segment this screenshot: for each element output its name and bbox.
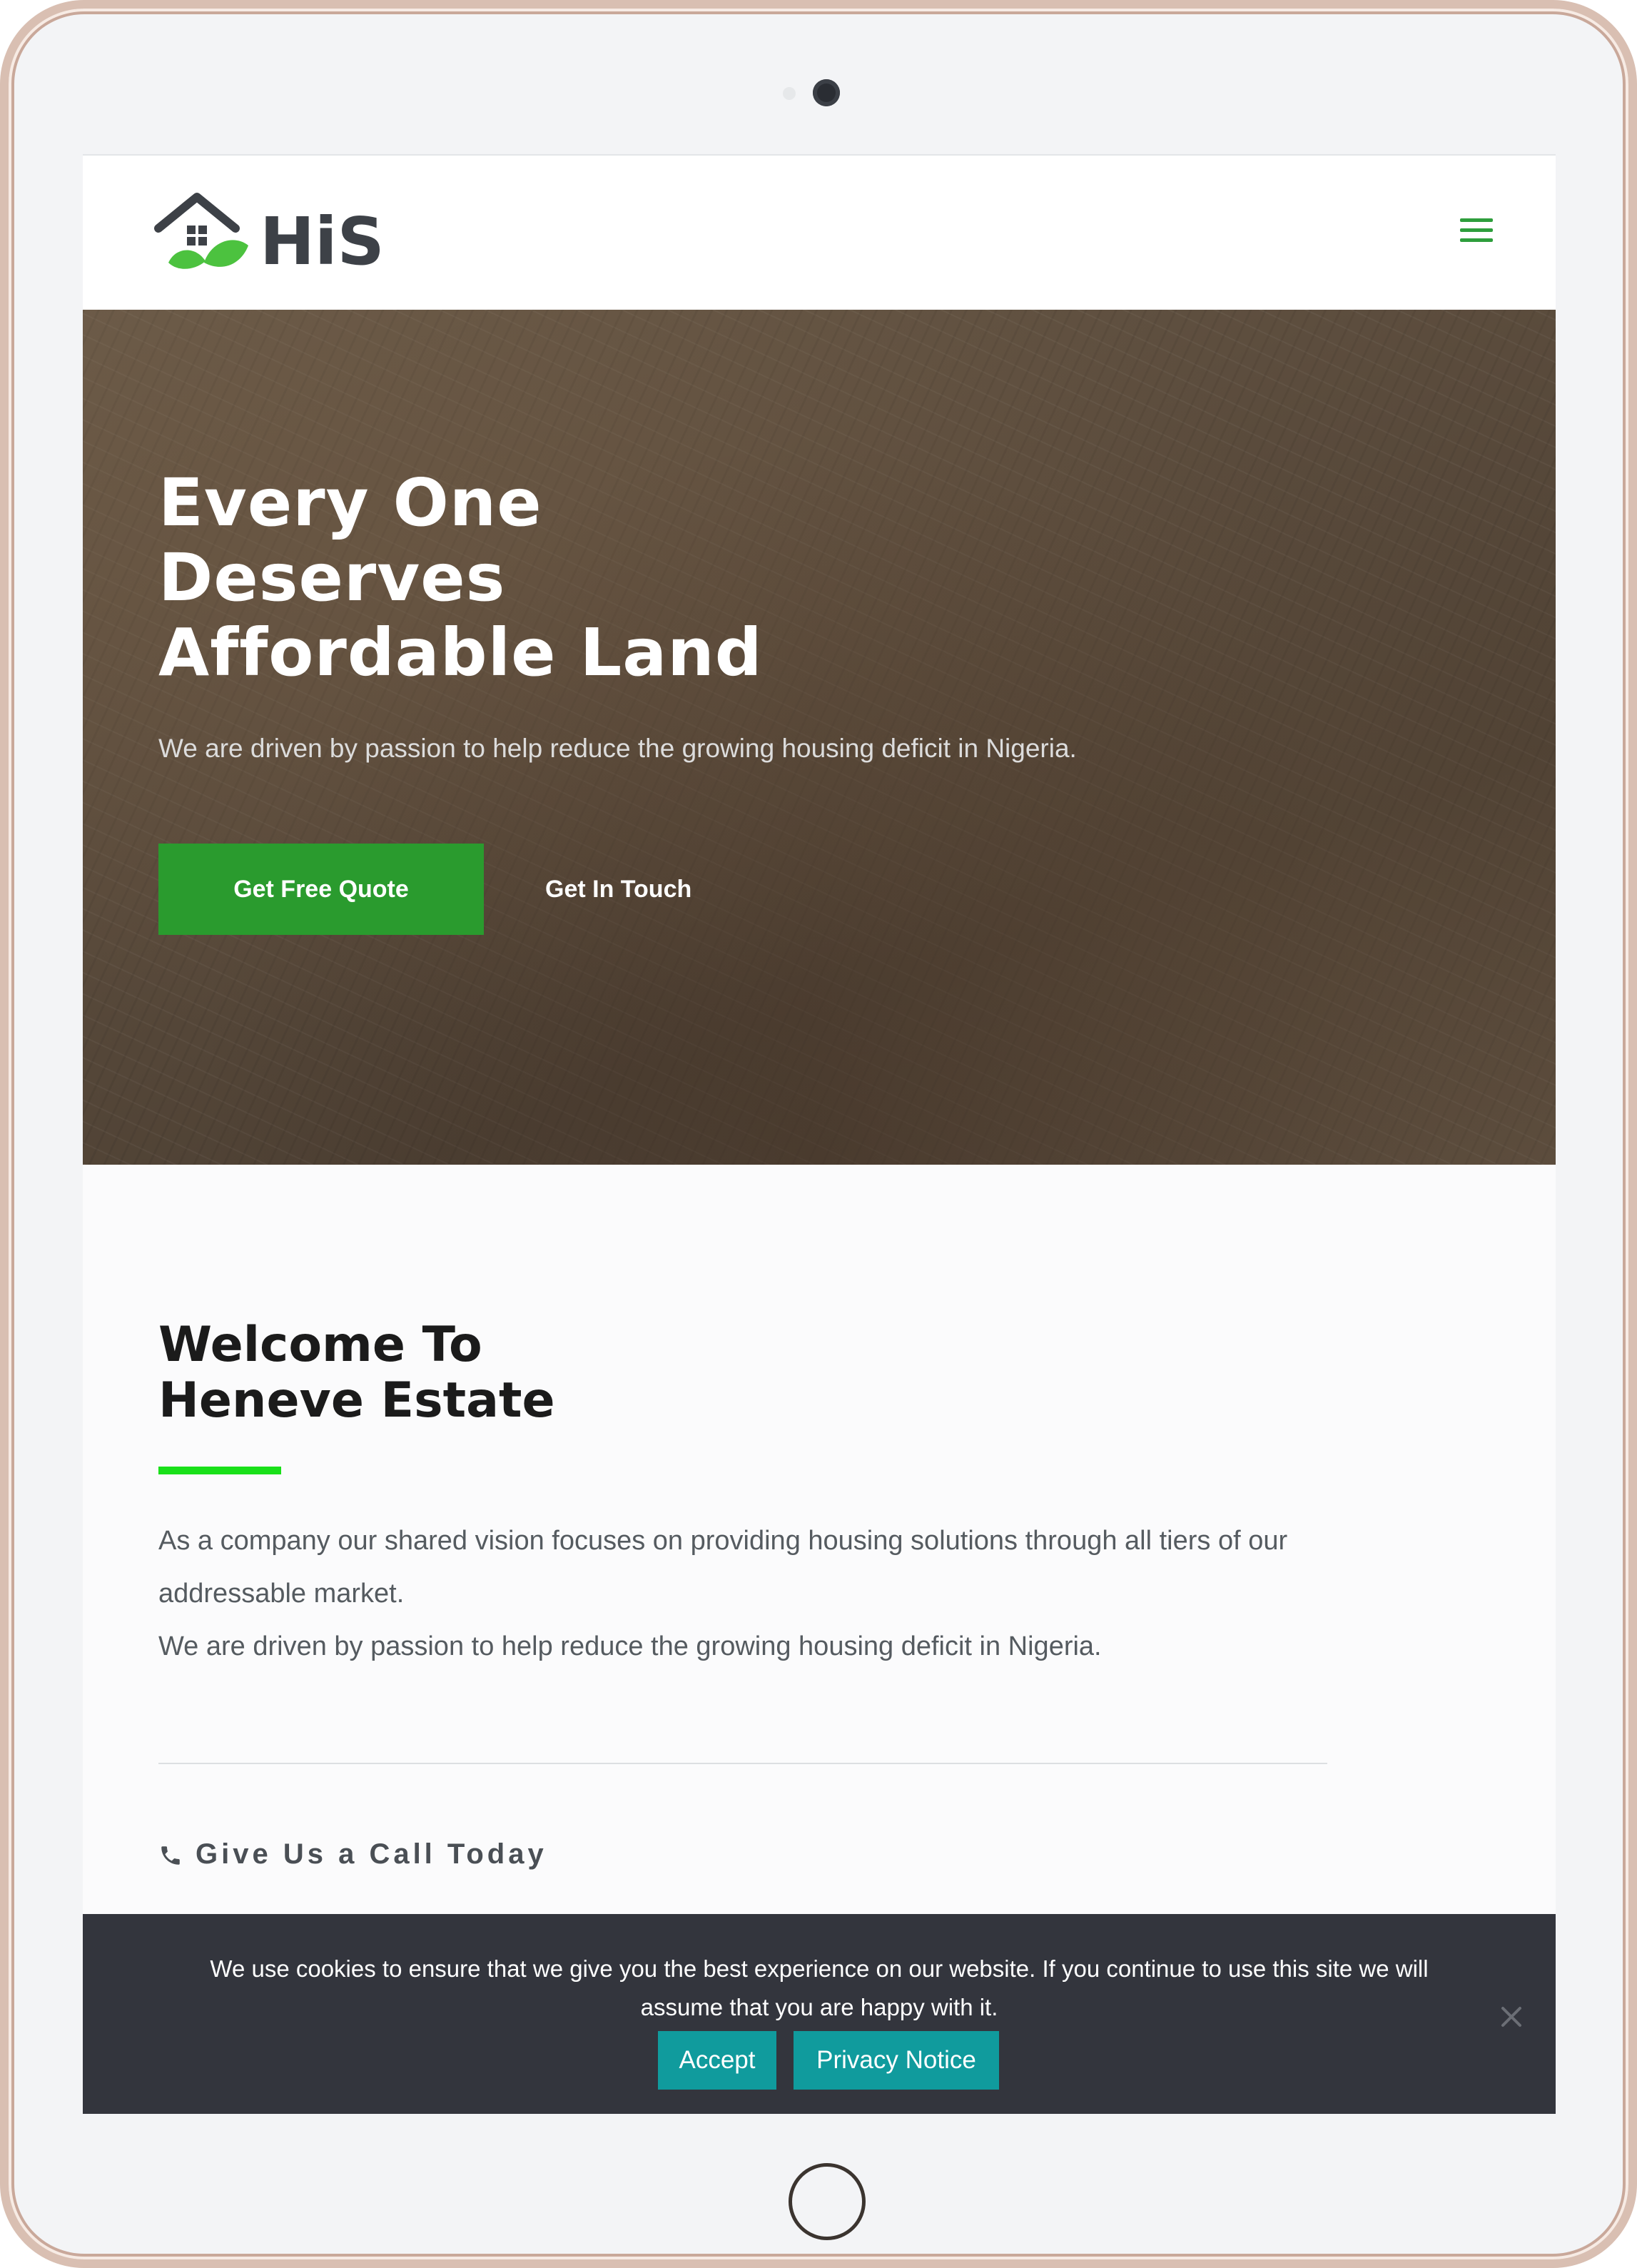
heading-accent-bar (158, 1467, 281, 1474)
privacy-notice-button[interactable]: Privacy Notice (794, 2031, 999, 2090)
call-today-line[interactable]: Give Us a Call Today (158, 1838, 547, 1870)
call-text: Give Us a Call Today (196, 1838, 547, 1870)
logo-text: HiS (260, 203, 385, 280)
welcome-paragraph-2: We are driven by passion to help reduce … (158, 1631, 1102, 1661)
hero-title-line-3: Affordable Land (158, 614, 763, 691)
sensor-dot (783, 87, 796, 100)
get-in-touch-button[interactable]: Get In Touch (525, 844, 739, 935)
logo-house-leaf-icon: HiS (154, 193, 385, 280)
home-button[interactable] (789, 2163, 866, 2240)
front-camera (813, 79, 840, 106)
hero-title: Every One Deserves Affordable Land (158, 465, 872, 690)
hero-subtitle: We are driven by passion to help reduce … (158, 734, 1077, 763)
cookie-accept-button[interactable]: Accept (658, 2031, 776, 2090)
site-header: HiS (83, 154, 1556, 310)
cookie-text: We use cookies to ensure that we give yo… (210, 1955, 1429, 2020)
get-free-quote-button[interactable]: Get Free Quote (158, 844, 484, 935)
hero-banner: Every One Deserves Affordable Land We ar… (83, 310, 1556, 1165)
section-divider (158, 1763, 1327, 1764)
close-icon[interactable] (1499, 2004, 1524, 2030)
hamburger-menu-icon[interactable] (1460, 218, 1493, 245)
welcome-heading-line-2: Heneve Estate (158, 1372, 555, 1429)
welcome-heading-line-1: Welcome To (158, 1317, 482, 1373)
cookie-notice: We use cookies to ensure that we give yo… (83, 1914, 1556, 2114)
hero-title-line-1: Every One (158, 465, 542, 541)
phone-icon (158, 1843, 183, 1867)
hero-title-line-2: Deserves (158, 540, 506, 616)
welcome-paragraph-1: As a company our shared vision focuses o… (158, 1526, 1288, 1609)
site-logo[interactable]: HiS (154, 184, 390, 284)
welcome-heading: Welcome To Heneve Estate (158, 1317, 555, 1429)
browser-viewport: HiS Every One Deserves Affordable Land W… (83, 154, 1556, 2114)
welcome-text: As a company our shared vision focuses o… (158, 1514, 1329, 1673)
